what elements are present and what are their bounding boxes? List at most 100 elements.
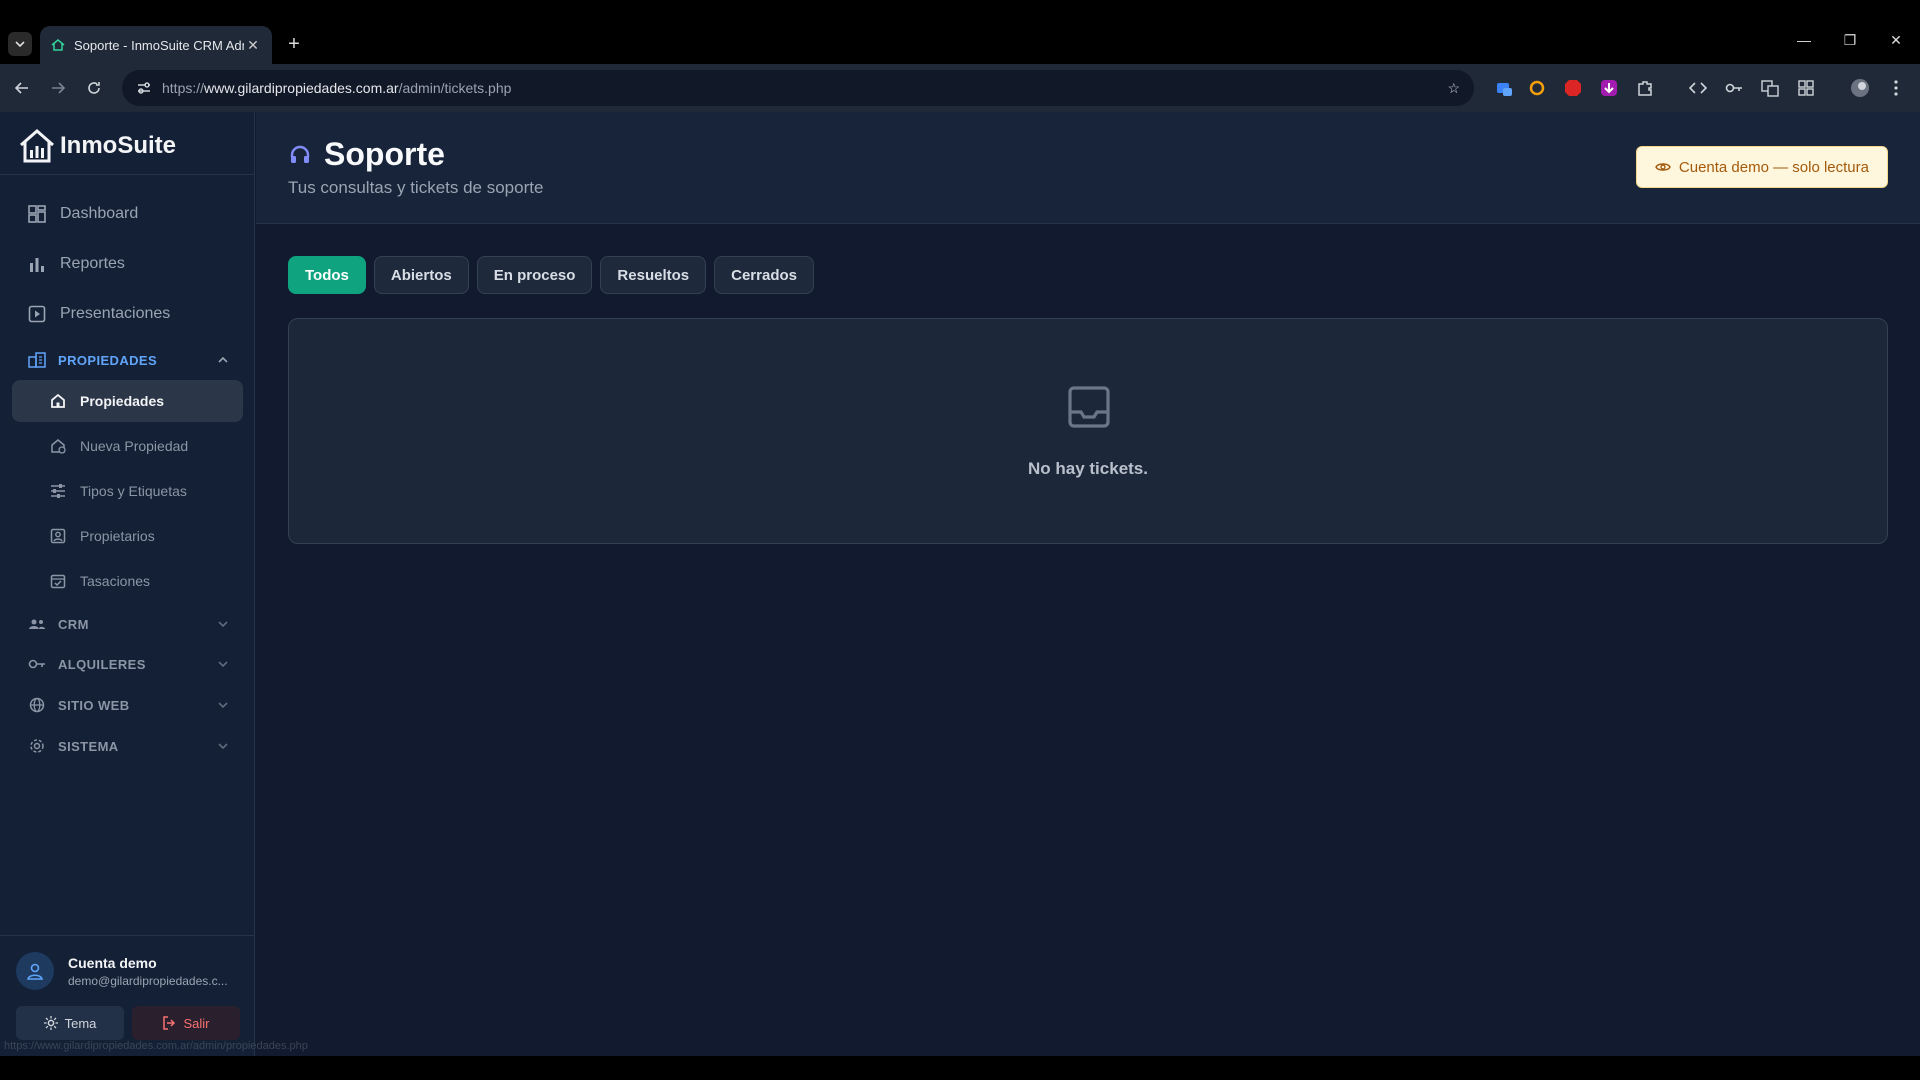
theme-button[interactable]: Tema bbox=[16, 1006, 124, 1040]
sidebar-item-label: Nueva Propiedad bbox=[80, 438, 189, 454]
user-email: demo@gilardipropiedades.c... bbox=[68, 974, 228, 988]
avatar[interactable] bbox=[16, 952, 54, 990]
browser-tab[interactable]: Soporte - InmoSuite CRM Adm ✕ bbox=[40, 26, 272, 64]
grid-icon bbox=[28, 205, 46, 223]
sun-icon bbox=[43, 1016, 58, 1030]
restore-icon[interactable]: ❐ bbox=[1838, 32, 1862, 49]
browser-toolbar: https://www.gilardipropiedades.com.ar/ad… bbox=[0, 64, 1920, 112]
download-extension-icon[interactable] bbox=[1597, 76, 1621, 100]
theme-label: Tema bbox=[64, 1015, 97, 1031]
translate-icon[interactable] bbox=[1758, 76, 1782, 100]
forward-icon[interactable] bbox=[40, 70, 76, 106]
chevron-down-icon bbox=[218, 661, 228, 668]
password-key-icon[interactable] bbox=[1722, 76, 1746, 100]
chevron-down-icon bbox=[218, 743, 228, 750]
site-info-icon bbox=[138, 82, 150, 94]
section-sitio-web[interactable]: SITIO WEB bbox=[12, 689, 243, 721]
globe-icon bbox=[29, 697, 45, 713]
sidebar-item-label: Presentaciones bbox=[60, 305, 171, 322]
sidebar-item-label: Reportes bbox=[60, 255, 125, 272]
browser-tab-bar: Soporte - InmoSuite CRM Adm ✕ + — ❐ ✕ bbox=[0, 0, 1920, 64]
extension-icon-2[interactable] bbox=[1525, 76, 1549, 100]
sidebar-item-presentaciones[interactable]: Presentaciones bbox=[12, 294, 243, 334]
profile-avatar-icon[interactable] bbox=[1848, 76, 1872, 100]
sidebar-item-label: Propietarios bbox=[80, 528, 155, 544]
sliders-icon bbox=[51, 484, 65, 498]
sidebar-item-label: Propiedades bbox=[80, 393, 165, 409]
minimize-icon[interactable]: — bbox=[1792, 32, 1816, 48]
empty-state-message: No hay tickets. bbox=[1028, 459, 1148, 478]
adblock-icon[interactable] bbox=[1561, 76, 1585, 100]
tab-title: Soporte - InmoSuite CRM Adm bbox=[74, 37, 244, 53]
window-bottom-edge bbox=[0, 1056, 1920, 1080]
gear-icon bbox=[30, 739, 44, 753]
bookmark-star-icon[interactable]: ☆ bbox=[1447, 80, 1460, 97]
tab-list-button[interactable] bbox=[8, 32, 32, 56]
sidebar-item-propietarios[interactable]: Propietarios bbox=[12, 515, 243, 557]
section-label: SISTEMA bbox=[58, 738, 119, 754]
chevron-down-icon bbox=[218, 702, 228, 709]
users-icon bbox=[29, 619, 45, 629]
user-icon bbox=[27, 963, 43, 980]
section-propiedades[interactable]: PROPIEDADES bbox=[12, 344, 243, 376]
back-icon[interactable] bbox=[4, 70, 40, 106]
chevron-down-icon bbox=[218, 621, 228, 628]
close-tab-icon[interactable]: ✕ bbox=[244, 37, 262, 54]
house-chart-icon bbox=[20, 129, 54, 163]
status-bar-url: https://www.gilardipropiedades.com.ar/ad… bbox=[4, 1040, 308, 1052]
contact-card-icon bbox=[50, 528, 66, 544]
section-label: CRM bbox=[58, 616, 89, 632]
filter-abiertos[interactable]: Abiertos bbox=[373, 256, 469, 294]
bar-chart-icon bbox=[30, 258, 44, 272]
sidebar-item-reportes[interactable]: Reportes bbox=[12, 244, 243, 284]
favicon-icon bbox=[50, 37, 66, 53]
reload-icon[interactable] bbox=[76, 70, 112, 106]
demo-badge-text: Cuenta demo — solo lectura bbox=[1678, 158, 1869, 176]
key-icon bbox=[28, 659, 45, 669]
sidebar-item-label: Tipos y Etiquetas bbox=[80, 483, 187, 499]
apps-grid-icon[interactable] bbox=[1794, 76, 1818, 100]
inbox-icon bbox=[1068, 386, 1110, 428]
sidebar-item-propiedades[interactable]: Propiedades bbox=[12, 380, 243, 422]
url-path: /admin/tickets.php bbox=[398, 80, 512, 96]
chevron-up-icon bbox=[218, 356, 228, 363]
filter-en-proceso[interactable]: En proceso bbox=[476, 256, 593, 294]
close-window-icon[interactable]: ✕ bbox=[1884, 32, 1908, 49]
app-root: InmoSuite Dashboard Reportes Presentacio… bbox=[0, 112, 1920, 1056]
brand-name: InmoSuite bbox=[60, 132, 177, 159]
divider bbox=[0, 935, 255, 936]
buildings-icon bbox=[28, 352, 46, 368]
browser-menu-icon[interactable] bbox=[1884, 76, 1908, 100]
section-sistema[interactable]: SISTEMA bbox=[12, 730, 243, 762]
section-label: ALQUILERES bbox=[58, 656, 146, 672]
sidebar-item-tasaciones[interactable]: Tasaciones bbox=[12, 560, 243, 602]
section-label: SITIO WEB bbox=[58, 697, 130, 713]
sidebar-item-tipos-etiquetas[interactable]: Tipos y Etiquetas bbox=[12, 470, 243, 512]
sidebar-item-dashboard[interactable]: Dashboard bbox=[12, 194, 243, 234]
section-crm[interactable]: CRM bbox=[12, 608, 243, 640]
extension-icon-1[interactable] bbox=[1492, 76, 1516, 100]
logout-icon bbox=[163, 1016, 176, 1030]
sidebar-item-nueva-propiedad[interactable]: Nueva Propiedad bbox=[12, 425, 243, 467]
new-tab-icon[interactable]: + bbox=[282, 32, 306, 56]
home-plus-icon bbox=[51, 439, 66, 454]
user-name: Cuenta demo bbox=[68, 955, 157, 971]
page-title-text: Soporte bbox=[324, 136, 445, 172]
filter-cerrados[interactable]: Cerrados bbox=[714, 256, 814, 294]
devtools-icon[interactable] bbox=[1686, 76, 1710, 100]
page-header: Soporte Tus consultas y tickets de sopor… bbox=[256, 112, 1920, 224]
sidebar-item-label: Dashboard bbox=[60, 205, 139, 222]
address-bar[interactable]: https://www.gilardipropiedades.com.ar/ad… bbox=[122, 70, 1474, 106]
tickets-empty-card: No hay tickets. bbox=[288, 318, 1888, 544]
puzzle-extensions-icon[interactable] bbox=[1633, 76, 1657, 100]
section-alquileres[interactable]: ALQUILERES bbox=[12, 648, 243, 680]
logout-button[interactable]: Salir bbox=[132, 1006, 240, 1040]
home-icon bbox=[51, 393, 65, 408]
sidebar: InmoSuite Dashboard Reportes Presentacio… bbox=[0, 112, 308, 1056]
url-scheme: https:// bbox=[162, 80, 205, 96]
logout-label: Salir bbox=[183, 1015, 210, 1031]
page-subtitle: Tus consultas y tickets de soporte bbox=[288, 178, 544, 197]
brand-logo[interactable]: InmoSuite bbox=[18, 124, 176, 168]
filter-resueltos[interactable]: Resueltos bbox=[600, 256, 707, 294]
filter-todos[interactable]: Todos bbox=[288, 256, 366, 294]
